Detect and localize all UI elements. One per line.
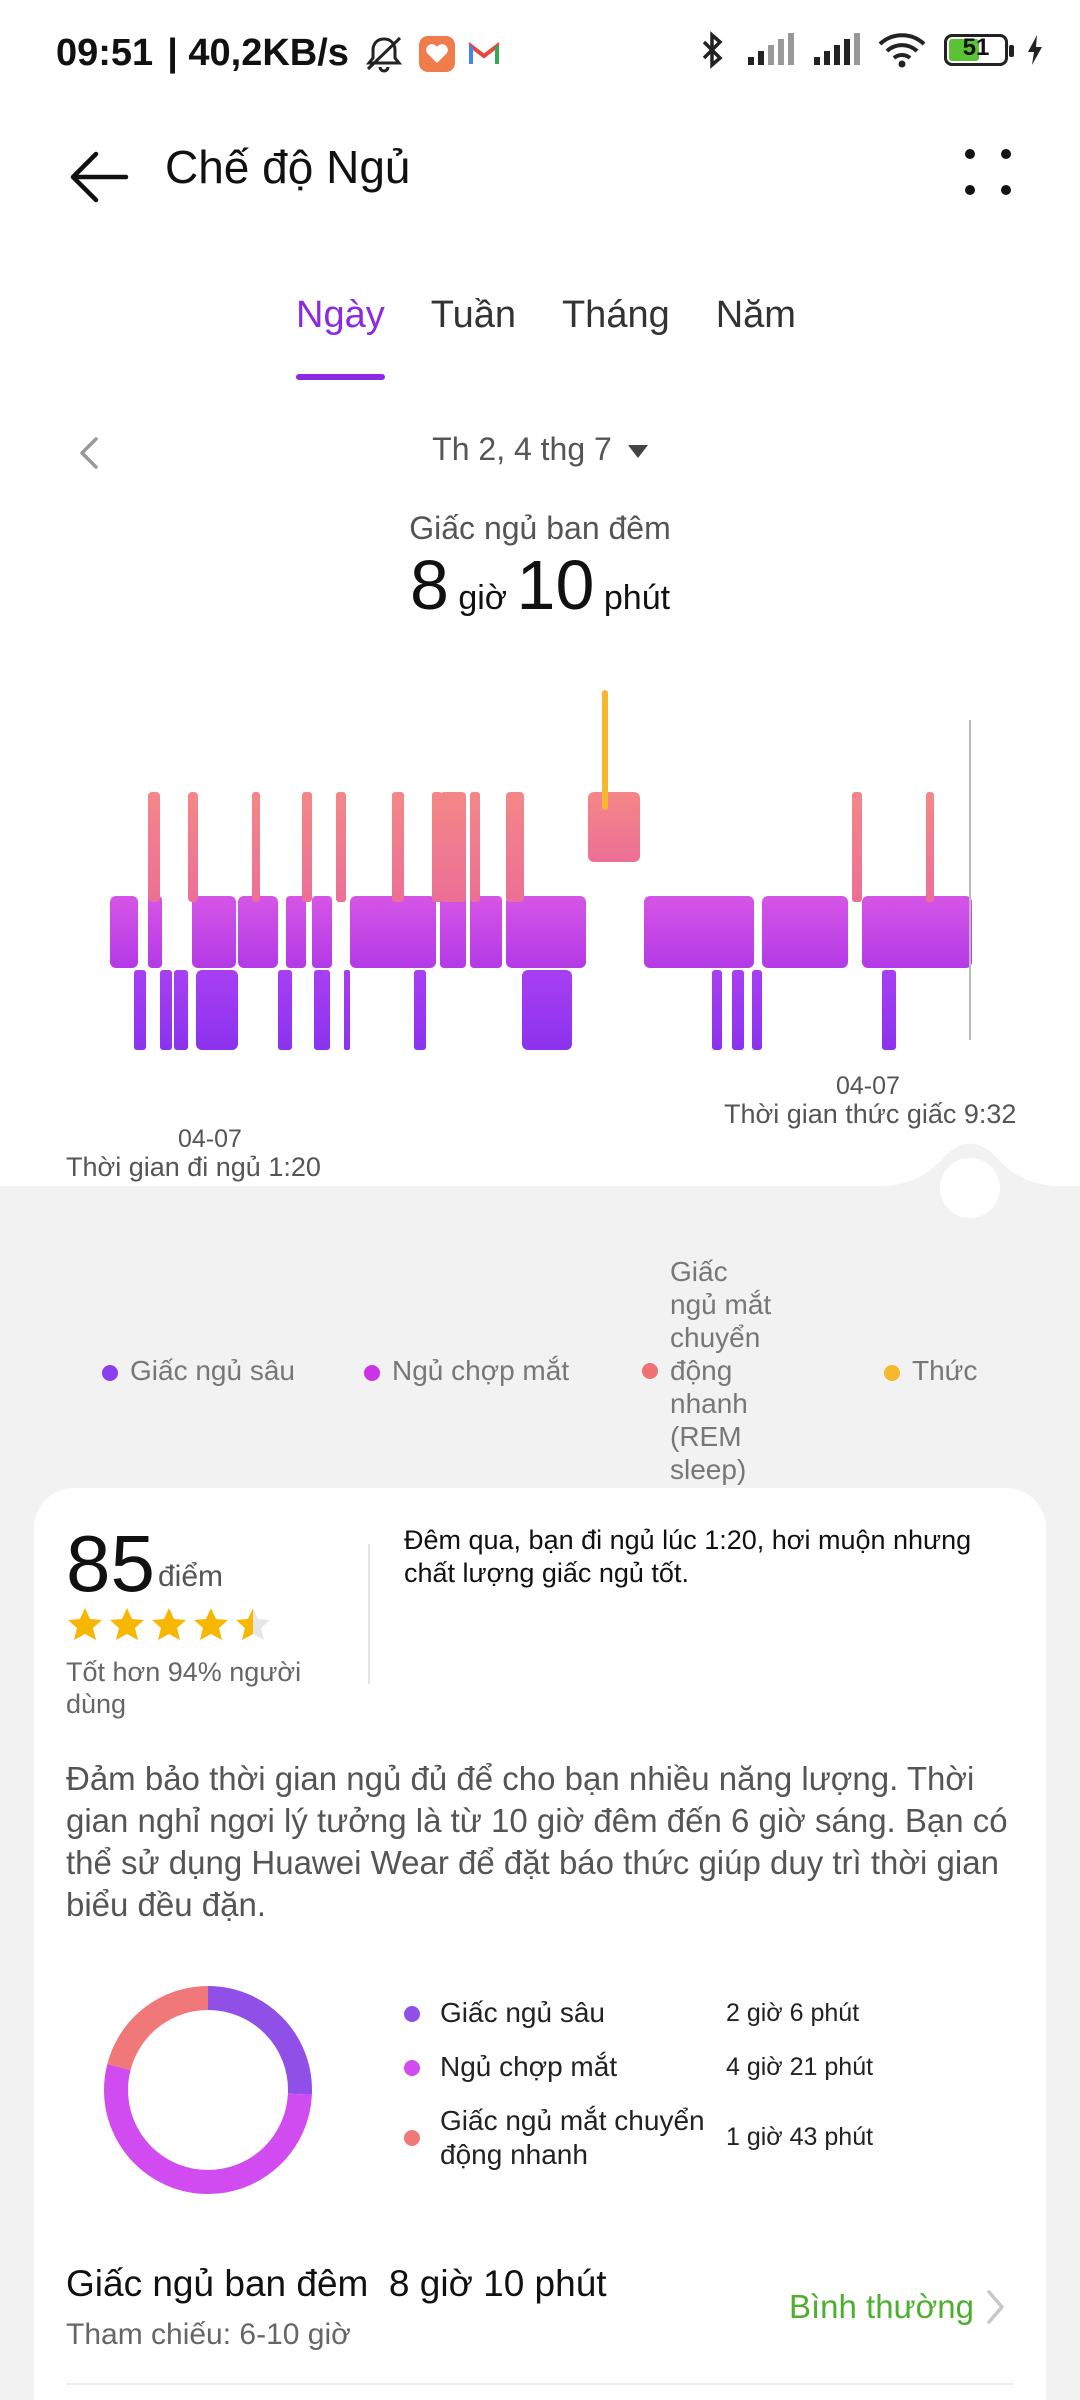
gmail-icon <box>468 41 499 66</box>
star-icon <box>152 1608 186 1640</box>
legend-rem-sleep: Giấc ngủ mắt chuyển động nhanh (REM slee… <box>642 1255 792 1486</box>
star-icon <box>194 1608 228 1640</box>
sleep-stages-chart[interactable] <box>0 680 1080 1100</box>
status-speed: | 40,2KB/s <box>167 32 349 74</box>
health-app-icon <box>418 35 455 72</box>
more-options-button[interactable] <box>958 142 1018 202</box>
back-button[interactable] <box>64 142 134 212</box>
sleep-minutes-unit: phút <box>603 579 671 617</box>
period-tabs: Ngày Tuần Tháng Năm <box>0 290 1080 380</box>
date-selector: Th 2, 4 thg 7 <box>0 425 1080 485</box>
chart-scrub-handle[interactable] <box>940 1158 1000 1218</box>
reference-range: Tham chiếu: 6-10 giờ <box>66 2318 351 2351</box>
tab-week[interactable]: Tuần <box>431 290 516 370</box>
status-time: 09:51 <box>56 32 154 74</box>
status-normal-link[interactable]: Bình thường <box>789 2288 1006 2326</box>
app-header: Chế độ Ngủ <box>0 120 1080 240</box>
sleep-advice: Đảm bảo thời gian ngủ đủ để cho bạn nhiề… <box>66 1760 1008 1923</box>
date-label: Th 2, 4 thg 7 <box>432 431 612 467</box>
card-divider <box>66 2383 1014 2385</box>
status-bar: 09:51 | 40,2KB/s 51 <box>0 0 1080 120</box>
breakdown-rem-sleep: Giấc ngủ mắt chuyển động nhanh 1 giờ 43 … <box>404 2104 873 2172</box>
tab-day[interactable]: Ngày <box>296 290 385 380</box>
status-normal-label: Bình thường <box>788 2288 974 2325</box>
chevron-right-icon <box>987 2290 1004 2324</box>
sleep-distribution-donut <box>104 1986 312 2194</box>
tab-month[interactable]: Tháng <box>562 290 670 370</box>
sleep-score: 85 <box>66 1519 155 1608</box>
sleep-hours-unit: giờ <box>458 579 508 617</box>
night-sleep-duration: 8 giờ 10 phút <box>0 545 1080 625</box>
legend-awake: Thức <box>884 1355 977 1387</box>
wake-label: Thời gian thức giấc 9:32 <box>724 1099 1017 1129</box>
wifi-icon <box>878 32 926 68</box>
night-sleep-label: Giấc ngủ ban đêm <box>409 510 671 546</box>
signal-icon <box>746 33 794 67</box>
legend-deep-sleep: Giấc ngủ sâu <box>102 1355 295 1387</box>
page-title: Chế độ Ngủ <box>165 141 411 193</box>
breakdown-light-sleep: Ngủ chợp mắt 4 giờ 21 phút <box>404 2050 873 2084</box>
sleep-minutes: 10 <box>516 546 595 624</box>
battery-level: 51 <box>962 34 990 61</box>
mute-icon <box>363 34 405 74</box>
dropdown-triangle-icon <box>627 445 648 459</box>
bluetooth-icon <box>698 30 728 70</box>
vertical-divider <box>368 1544 370 1684</box>
sleep-hours: 8 <box>409 546 449 624</box>
sleep-summary: Đêm qua, bạn đi ngủ lúc 1:20, hơi muộn n… <box>404 1525 972 1588</box>
charging-icon <box>1026 34 1044 66</box>
back-arrow-icon <box>70 151 129 203</box>
signal-icon-2 <box>812 33 860 67</box>
tab-year[interactable]: Năm <box>716 290 796 370</box>
sleep-legend: Giấc ngủ sâu Ngủ chợp mắt Giấc ngủ mắt c… <box>0 1255 1080 1490</box>
legend-light-sleep: Ngủ chợp mắt <box>364 1355 569 1387</box>
breakdown-deep-sleep: Giấc ngủ sâu 2 giờ 6 phút <box>404 1996 859 2030</box>
sleep-score-unit: điểm <box>158 1560 224 1593</box>
wake-date: 04-07 <box>836 1072 900 1100</box>
sleep-score-card: 85 điểm Tốt hơn 94% người dùng Đêm qua, … <box>34 1488 1046 2400</box>
star-icon <box>68 1608 102 1640</box>
star-icon <box>110 1608 144 1640</box>
battery-icon: 51 <box>944 34 1014 66</box>
night-sleep-total: Giấc ngủ ban đêm 8 giờ 10 phút <box>66 2263 607 2304</box>
half-star-icon <box>236 1608 270 1640</box>
rating-stars <box>66 1606 272 1642</box>
date-dropdown[interactable]: Th 2, 4 thg 7 <box>0 431 1080 468</box>
percentile-text: Tốt hơn 94% người dùng <box>66 1657 302 1719</box>
more-dots-icon <box>965 149 1011 195</box>
